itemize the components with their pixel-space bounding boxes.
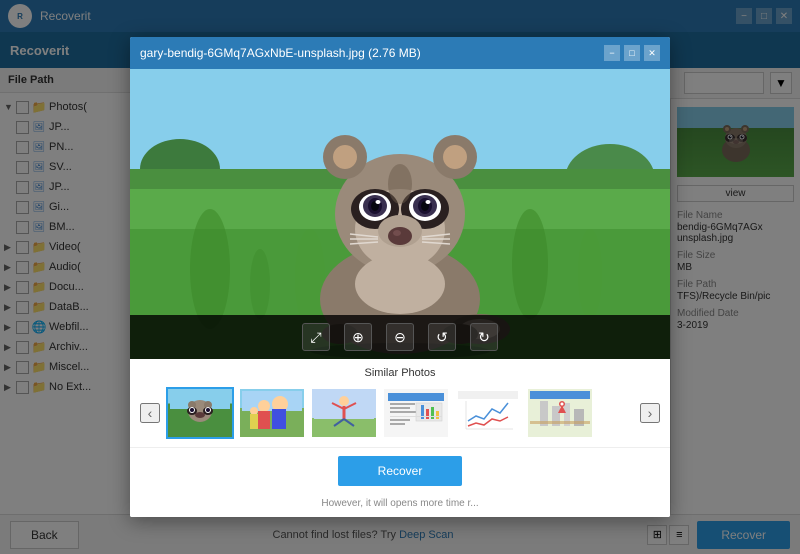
modal-title-controls: − □ ✕ <box>604 45 660 61</box>
zoom-in-button[interactable]: ⊕ <box>344 323 372 351</box>
rotate-right-button[interactable]: ↻ <box>470 323 498 351</box>
modal-title-text: gary-bendig-6GMq7AGxNbE-unsplash.jpg (2.… <box>140 46 421 60</box>
thumb-inner-2 <box>240 389 304 437</box>
next-photo-button[interactable]: › <box>640 403 660 423</box>
zoom-out-icon: ⊖ <box>394 329 406 346</box>
thumbnail-2[interactable] <box>238 387 306 439</box>
zoom-fit-button[interactable]: ⤢ <box>302 323 330 351</box>
thumb-inner-5 <box>456 389 520 437</box>
modal-close-btn[interactable]: ✕ <box>644 45 660 61</box>
modal-title-bar: gary-bendig-6GMq7AGxNbE-unsplash.jpg (2.… <box>130 37 670 69</box>
similar-photos-row: ‹ <box>140 387 660 439</box>
modal-recover-row: Recover <box>130 447 670 494</box>
thumb-inner-3 <box>312 389 376 437</box>
modal-image-area: ⤢ ⊕ ⊖ ↺ ↻ <box>130 69 670 359</box>
prev-photo-button[interactable]: ‹ <box>140 403 160 423</box>
thumb6-svg <box>530 391 590 436</box>
similar-photos-section: Similar Photos ‹ <box>130 359 670 447</box>
modal-maximize-btn[interactable]: □ <box>624 45 640 61</box>
app-window: R Recoverit − □ ✕ Recoverit File Path ▼ … <box>0 0 800 554</box>
preview-modal: gary-bendig-6GMq7AGxNbE-unsplash.jpg (2.… <box>130 37 670 517</box>
modal-overlay: gary-bendig-6GMq7AGxNbE-unsplash.jpg (2.… <box>0 0 800 554</box>
similar-photos-title: Similar Photos <box>140 367 660 379</box>
thumbnail-4[interactable] <box>382 387 450 439</box>
thumbnail-3[interactable] <box>310 387 378 439</box>
thumbnail-1[interactable] <box>166 387 234 439</box>
zoom-out-button[interactable]: ⊖ <box>386 323 414 351</box>
thumb3-svg <box>314 391 374 436</box>
zoom-in-icon: ⊕ <box>352 329 364 346</box>
thumb1-svg <box>170 391 230 436</box>
thumb4-svg <box>386 391 446 436</box>
thumb2-svg <box>242 391 302 436</box>
thumb-inner-4 <box>384 389 448 437</box>
thumb-inner-1 <box>168 389 232 437</box>
modal-recover-button[interactable]: Recover <box>338 456 463 486</box>
thumbnail-6[interactable] <box>526 387 594 439</box>
thumbnail-5[interactable] <box>454 387 522 439</box>
modal-bottom-text: However, it will opens more time r... <box>130 494 670 517</box>
zoom-fit-icon: ⤢ <box>310 329 321 346</box>
modal-toolbar: ⤢ ⊕ ⊖ ↺ ↻ <box>130 315 670 359</box>
thumb-inner-6 <box>528 389 592 437</box>
rotate-left-icon: ↺ <box>436 329 448 346</box>
rotate-right-icon: ↻ <box>478 329 490 346</box>
thumbnails-container <box>166 387 634 439</box>
rotate-left-button[interactable]: ↺ <box>428 323 456 351</box>
modal-minimize-btn[interactable]: − <box>604 45 620 61</box>
thumb5-svg <box>458 391 518 436</box>
